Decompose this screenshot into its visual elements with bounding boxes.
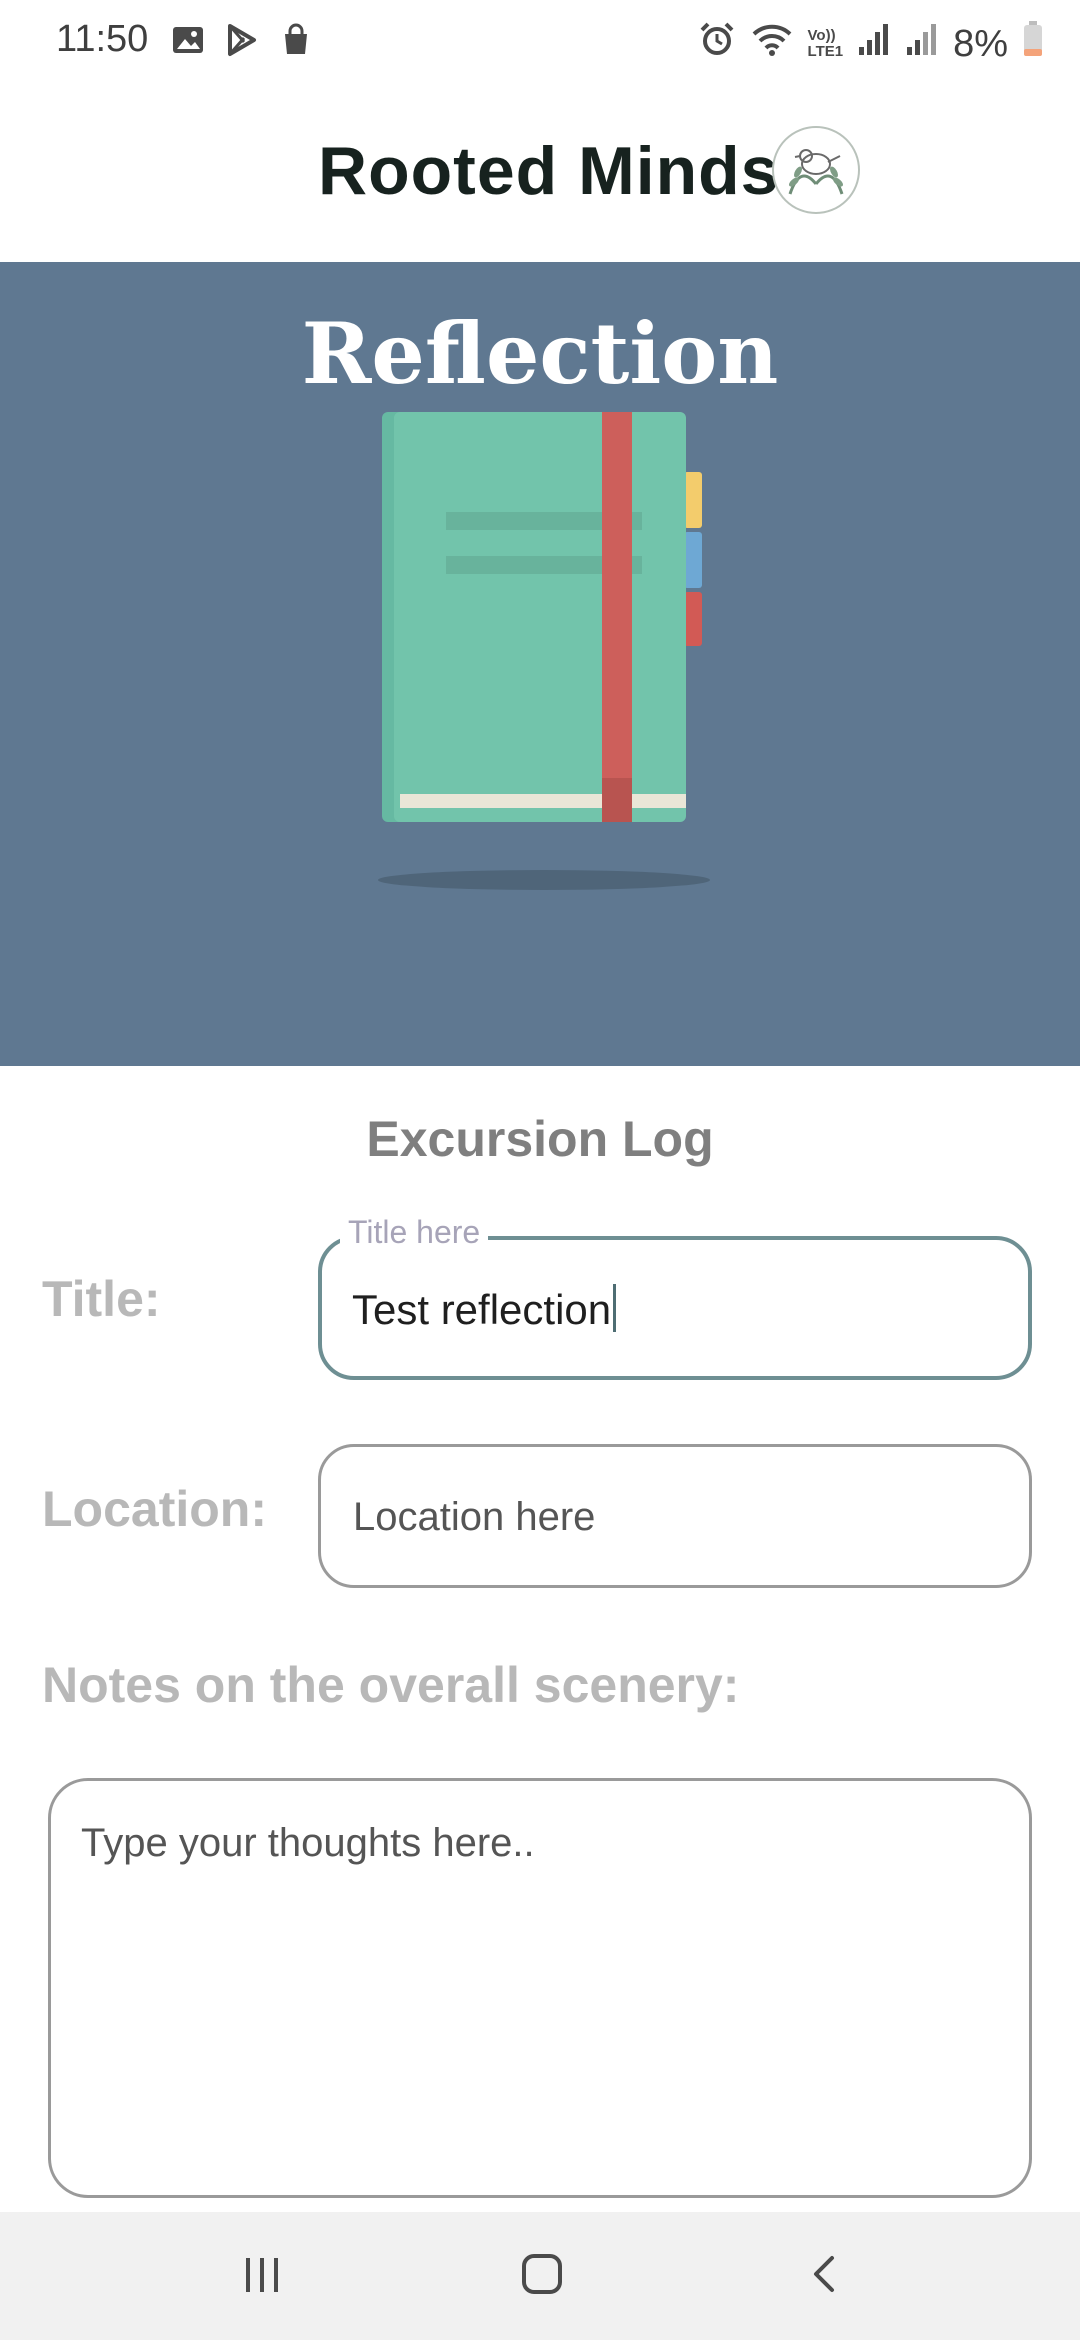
status-right-icons: Vo)) LTE1 8% xyxy=(698,20,1044,68)
bird-leaves-logo-icon xyxy=(770,124,862,216)
app-screen: 11:50 Vo)) LTE1 8% Rooted Minds Reflecti… xyxy=(0,0,1080,2340)
hero-banner: Reflection xyxy=(0,262,1080,1066)
signal-icon-2 xyxy=(905,21,939,67)
title-floating-label: Title here xyxy=(340,1214,489,1251)
text-cursor xyxy=(613,1284,617,1332)
battery-icon xyxy=(1022,20,1044,68)
system-nav-bar xyxy=(0,2212,1080,2340)
status-bar: 11:50 Vo)) LTE1 8% xyxy=(0,0,1080,84)
status-time: 11:50 xyxy=(56,18,149,60)
notes-placeholder: Type your thoughts here.. xyxy=(81,1821,535,1865)
status-left-icons xyxy=(170,22,314,68)
image-icon xyxy=(170,22,206,68)
notes-label: Notes on the overall scenery: xyxy=(42,1657,740,1713)
volte-icon: Vo)) LTE1 xyxy=(808,28,844,60)
home-button[interactable] xyxy=(494,2236,590,2316)
section-heading: Excursion Log xyxy=(366,1111,714,1167)
notebook-icon xyxy=(376,410,716,890)
recent-apps-icon xyxy=(238,2250,286,2303)
volte-label-top: Vo)) xyxy=(807,27,836,44)
back-button[interactable] xyxy=(776,2236,872,2316)
back-icon xyxy=(800,2250,848,2303)
wifi-icon xyxy=(750,20,794,68)
battery-percent: 8% xyxy=(953,22,1008,65)
recent-apps-button[interactable] xyxy=(214,2236,310,2316)
shopping-bag-icon xyxy=(278,22,314,68)
play-store-icon xyxy=(224,22,260,68)
hero-title: Reflection xyxy=(301,304,779,403)
location-placeholder: Location here xyxy=(353,1495,596,1539)
notes-textarea[interactable]: Type your thoughts here.. xyxy=(48,1778,1032,2198)
title-label: Title: xyxy=(42,1271,161,1327)
title-value: Test reflection xyxy=(352,1284,617,1334)
title-value-text: Test reflection xyxy=(352,1286,612,1333)
location-label: Location: xyxy=(42,1481,267,1537)
location-input[interactable]: Location here xyxy=(318,1444,1032,1588)
alarm-icon xyxy=(698,20,736,68)
home-icon xyxy=(518,2250,566,2303)
signal-icon xyxy=(857,21,891,67)
app-header: Rooted Minds xyxy=(0,84,1080,262)
volte-label-bottom: LTE1 xyxy=(807,43,844,60)
title-input[interactable]: Title here Test reflection xyxy=(318,1214,1032,1380)
app-title: Rooted Minds xyxy=(318,133,780,209)
